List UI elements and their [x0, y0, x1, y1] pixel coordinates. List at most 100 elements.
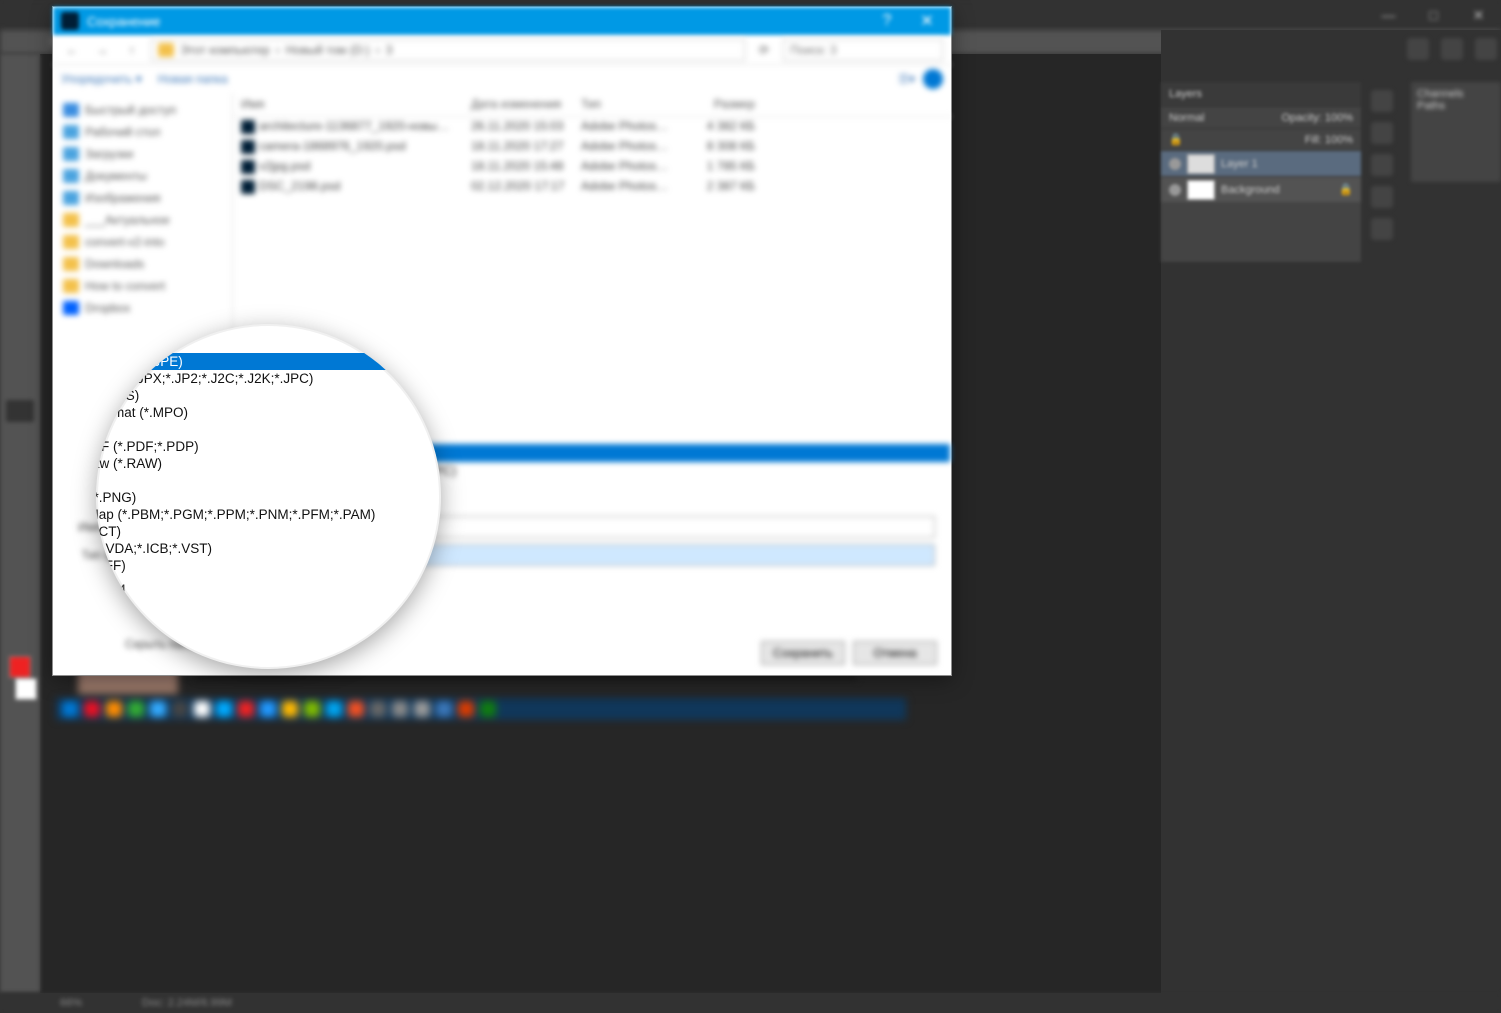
taskbar-app-icon[interactable]: [128, 701, 144, 717]
file-row[interactable]: camera-1868976_1920.psd18.11.2020 17:27A…: [233, 137, 951, 157]
panel-icon[interactable]: [1371, 186, 1393, 208]
format-option[interactable]: JPEG (*.JPG;*.JPEG;*.JPE): [96, 353, 441, 370]
path-tool-icon[interactable]: [6, 540, 34, 562]
gradient-tool-icon[interactable]: [6, 400, 34, 422]
layer-name[interactable]: Layer 1: [1221, 158, 1258, 170]
new-folder-button[interactable]: Новая папка: [158, 72, 228, 86]
stamp-tool-icon[interactable]: [6, 316, 34, 338]
col-date[interactable]: Дата изменения: [463, 93, 573, 116]
lock-icons[interactable]: 🔒: [1169, 133, 1183, 146]
col-size[interactable]: Размер: [683, 93, 763, 116]
blend-mode-dropdown[interactable]: Normal: [1169, 112, 1204, 124]
file-row[interactable]: v2jpg.psd18.11.2020 15:48Adobe Photoshop…: [233, 157, 951, 177]
taskbar-app-icon[interactable]: [458, 701, 474, 717]
marquee-tool-icon[interactable]: [6, 92, 34, 114]
save-button[interactable]: Сохранить: [761, 641, 845, 665]
taskbar-app-icon[interactable]: [414, 701, 430, 717]
organize-button[interactable]: Упорядочить ▾: [61, 72, 142, 86]
sidebar-item[interactable]: Downloads: [57, 253, 228, 275]
taskbar-app-icon[interactable]: [370, 701, 386, 717]
col-type[interactable]: Тип: [573, 93, 683, 116]
sidebar-item[interactable]: Dropbox: [57, 297, 228, 319]
paths-tab[interactable]: Paths: [1417, 100, 1495, 112]
taskbar-app-icon[interactable]: [150, 701, 166, 717]
panel-icon[interactable]: [1371, 154, 1393, 176]
eyedropper-tool-icon[interactable]: [6, 232, 34, 254]
history-brush-tool-icon[interactable]: [6, 344, 34, 366]
format-option[interactable]: PNG (*.PNG;*.PNG): [96, 489, 441, 506]
crop-tool-icon[interactable]: [6, 176, 34, 198]
format-option[interactable]: JPEG 2000 (*.JPF;*.JPX;*.JP2;*.J2C;*.J2K…: [96, 370, 441, 387]
window-close-button[interactable]: ✕: [1456, 0, 1501, 30]
dialog-close-button[interactable]: ✕: [907, 7, 947, 35]
window-maximize-button[interactable]: □: [1411, 0, 1456, 30]
visibility-icon[interactable]: [1169, 158, 1181, 170]
workspace-icon[interactable]: [1475, 38, 1497, 60]
dodge-tool-icon[interactable]: [6, 456, 34, 478]
panel-icon[interactable]: [1371, 218, 1393, 240]
breadcrumb-item[interactable]: Новый том (D:): [286, 43, 370, 57]
format-option[interactable]: Pixar (*.PXR): [96, 472, 441, 489]
format-option[interactable]: Scitex CT (*.SCT): [96, 523, 441, 540]
file-row[interactable]: DSC_2198.psd02.12.2020 17:17Adobe Photos…: [233, 177, 951, 197]
dialog-help-button[interactable]: ?: [867, 7, 907, 35]
zoom-tool-icon[interactable]: [6, 624, 34, 646]
format-option[interactable]: Portable Bit Map (*.PBM;*.PGM;*.PPM;*.PN…: [96, 506, 441, 523]
taskbar-app-icon[interactable]: [326, 701, 342, 717]
help-icon[interactable]: [923, 69, 943, 89]
sidebar-item[interactable]: Изображения: [57, 187, 228, 209]
sidebar-item[interactable]: convert-v2-into: [57, 231, 228, 253]
blur-tool-icon[interactable]: [6, 428, 34, 450]
breadcrumb-item[interactable]: Этот компьютер: [180, 43, 270, 57]
visibility-icon[interactable]: [1169, 184, 1181, 196]
sidebar-item[interactable]: How to convert: [57, 275, 228, 297]
sidebar-item[interactable]: Документы: [57, 165, 228, 187]
nav-forward-icon[interactable]: →: [91, 39, 113, 61]
type-tool-icon[interactable]: [6, 512, 34, 534]
taskbar-app-icon[interactable]: [260, 701, 276, 717]
format-option[interactable]: Photoshop PDF (*.PDF;*.PDP): [96, 438, 441, 455]
format-option[interactable]: IFF Format (*.IFF;*.TDI): [96, 336, 441, 353]
taskbar-app-icon[interactable]: [172, 701, 188, 717]
brush-tool-icon[interactable]: [6, 288, 34, 310]
taskbar-app-icon[interactable]: [436, 701, 452, 717]
cancel-button[interactable]: Отмена: [853, 641, 937, 665]
taskbar-app-icon[interactable]: [282, 701, 298, 717]
taskbar-app-icon[interactable]: [304, 701, 320, 717]
breadcrumb-item[interactable]: 3: [386, 43, 393, 57]
taskbar-app-icon[interactable]: [216, 701, 232, 717]
format-option[interactable]: TIFF (*.TIF;*.TIFF): [96, 557, 441, 574]
taskbar-app-icon[interactable]: [194, 701, 210, 717]
taskbar-app-icon[interactable]: [392, 701, 408, 717]
taskbar-app-icon[interactable]: [480, 701, 496, 717]
pen-tool-icon[interactable]: [6, 484, 34, 506]
nav-up-icon[interactable]: ↑: [121, 39, 143, 61]
layer-row[interactable]: Background 🔒: [1161, 176, 1361, 202]
format-option[interactable]: Targa (*.TGA;*.VDA;*.ICB;*.VST): [96, 540, 441, 557]
background-color-swatch[interactable]: [15, 678, 37, 700]
taskbar-app-icon[interactable]: [238, 701, 254, 717]
lasso-tool-icon[interactable]: [6, 120, 34, 142]
format-option[interactable]: JPEG Stereo (*.JPS): [96, 387, 441, 404]
search-input[interactable]: [783, 39, 943, 61]
refresh-icon[interactable]: ⟳: [753, 39, 775, 61]
view-options-icon[interactable]: ☰▾: [898, 72, 915, 86]
sidebar-item[interactable]: ___Актуальное: [57, 209, 228, 231]
taskbar-app-icon[interactable]: [106, 701, 122, 717]
sidebar-item[interactable]: Быстрый доступ: [57, 99, 228, 121]
foreground-color-swatch[interactable]: [9, 656, 31, 678]
sidebar-item[interactable]: Загрузки: [57, 143, 228, 165]
format-option[interactable]: PCX (*.PCX): [96, 421, 441, 438]
heal-tool-icon[interactable]: [6, 260, 34, 282]
col-name[interactable]: Имя: [233, 93, 463, 116]
eraser-tool-icon[interactable]: [6, 372, 34, 394]
layer-row[interactable]: Layer 1: [1161, 150, 1361, 176]
search-icon[interactable]: [1407, 38, 1429, 60]
layer-name[interactable]: Background: [1221, 184, 1280, 196]
sidebar-item[interactable]: Рабочий стол: [57, 121, 228, 143]
channels-tab[interactable]: Channels: [1417, 88, 1495, 100]
panel-icon[interactable]: [1371, 90, 1393, 112]
format-option[interactable]: Multi-Picture Format (*.MPO): [96, 404, 441, 421]
move-tool-icon[interactable]: [6, 64, 34, 86]
nav-back-icon[interactable]: ←: [61, 39, 83, 61]
